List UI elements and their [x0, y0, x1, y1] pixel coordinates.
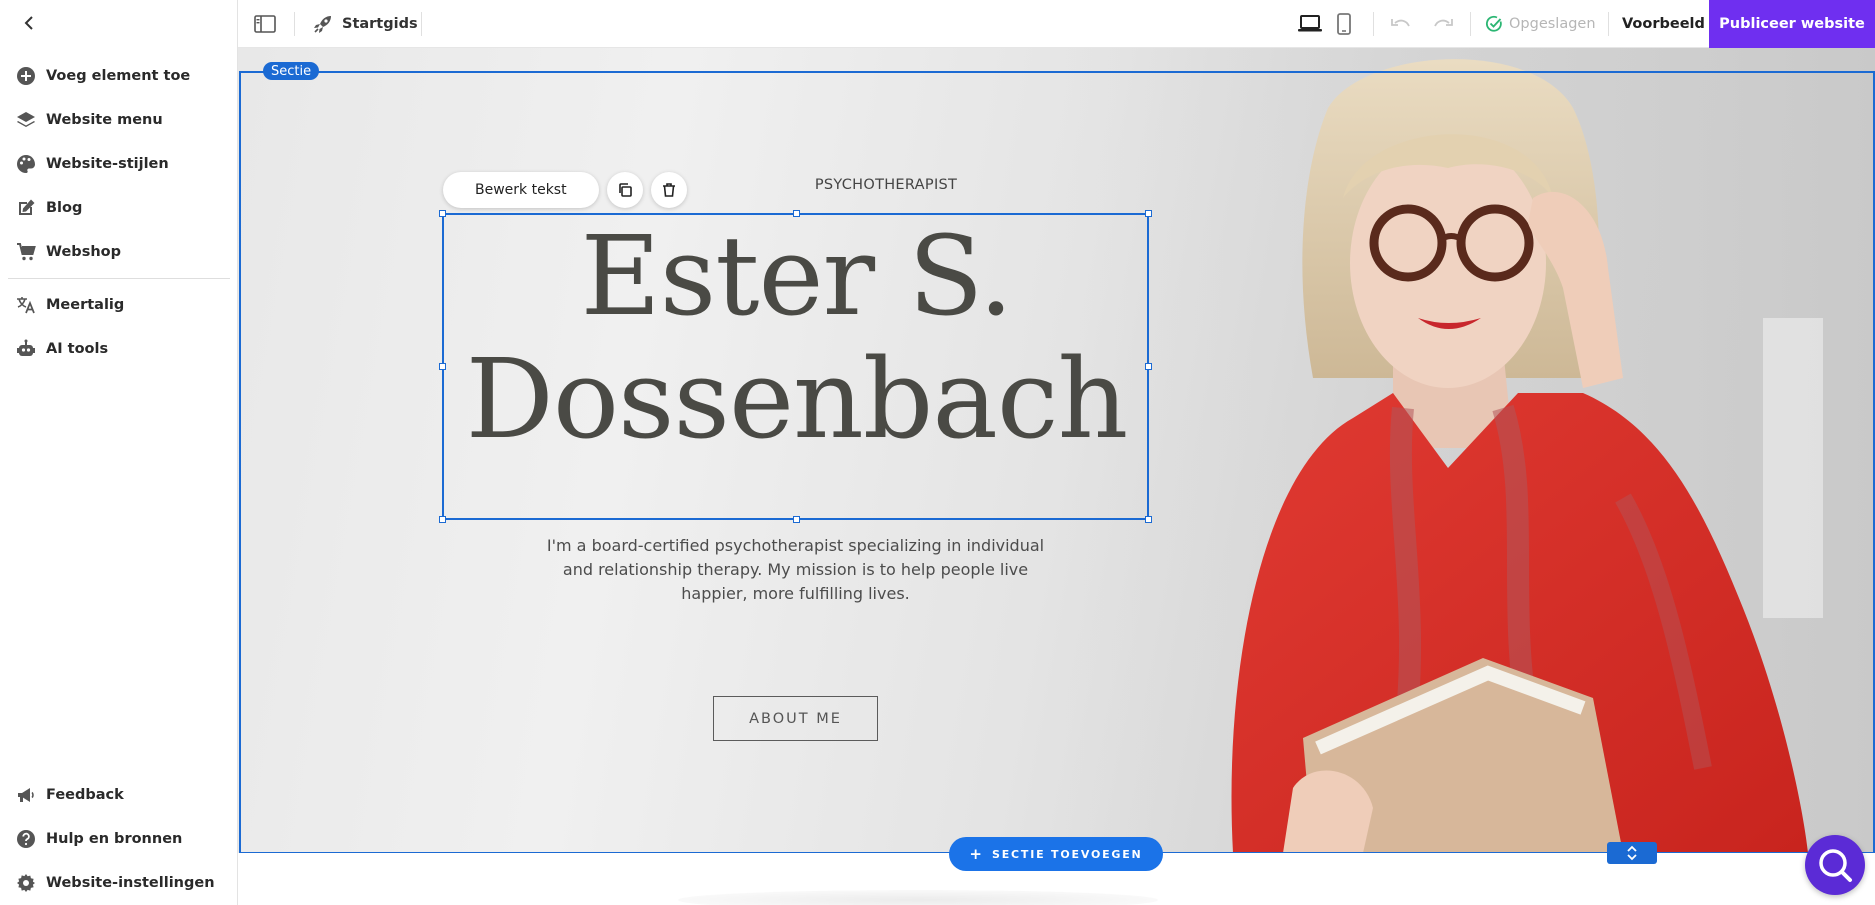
desktop-view-button[interactable]	[1296, 10, 1324, 38]
add-section-button[interactable]: + SECTIE TOEVOEGEN	[949, 837, 1163, 871]
megaphone-icon	[15, 784, 37, 806]
text-selection-box	[439, 210, 1152, 523]
sidebar-item-label: Website menu	[46, 112, 163, 128]
hero-tagline[interactable]: PSYCHOTHERAPIST	[730, 177, 1042, 193]
toolbar-divider	[1608, 12, 1609, 36]
copy-icon	[618, 183, 632, 197]
redo-button[interactable]	[1429, 10, 1457, 38]
laptop-icon	[1298, 15, 1322, 32]
phone-icon	[1337, 13, 1351, 35]
section-badge[interactable]: Sectie	[263, 62, 320, 80]
rocket-icon	[312, 13, 334, 35]
next-section-shadow	[678, 890, 1158, 905]
sidebar-layout-icon	[254, 15, 276, 33]
sidebar-item-label: Website-instellingen	[46, 875, 215, 891]
sidebar-item-label: AI tools	[46, 341, 109, 357]
resize-handle-sw[interactable]	[439, 516, 446, 523]
sidebar-item-website-settings[interactable]: Website-instellingen	[0, 861, 238, 905]
undo-icon	[1391, 19, 1410, 27]
trash-icon	[662, 183, 675, 197]
plus-icon: +	[969, 845, 982, 863]
sidebar-item-help[interactable]: Hulp en bronnen	[0, 817, 238, 861]
sidebar-item-multilingual[interactable]: Meertalig	[0, 283, 238, 327]
topbar: Startgids Opgeslagen Voorbeeld Publiceer…	[238, 0, 1875, 48]
sidebar-item-label: Voeg element toe	[46, 68, 191, 84]
start-guide-button[interactable]: Startgids	[312, 10, 418, 38]
back-button[interactable]	[14, 10, 44, 36]
sidebar-item-website-styles[interactable]: Website-stijlen	[0, 142, 238, 186]
toggle-sidebar-button[interactable]	[252, 12, 278, 36]
sidebar-item-add-element[interactable]: Voeg element toe	[0, 54, 238, 98]
chevron-left-icon	[24, 16, 33, 30]
toolbar-divider	[1373, 12, 1374, 36]
chevron-up-down-icon	[1627, 845, 1637, 861]
redo-icon	[1434, 19, 1453, 27]
resize-handle-e[interactable]	[1145, 363, 1152, 370]
sidebar-item-label: Hulp en bronnen	[46, 831, 183, 847]
editor-canvas: PSYCHOTHERAPIST Ester S. Dossenbach Bewe…	[238, 48, 1875, 905]
sidebar-item-label: Feedback	[46, 787, 124, 803]
toolbar-divider	[421, 12, 422, 36]
cart-icon	[15, 241, 37, 263]
preview-button[interactable]: Voorbeeld	[1622, 10, 1705, 38]
gear-icon	[15, 872, 37, 894]
sidebar-item-blog[interactable]: Blog	[0, 186, 238, 230]
sidebar-divider	[8, 278, 230, 279]
sidebar-item-label: Webshop	[46, 244, 121, 260]
sidebar-item-ai-tools[interactable]: AI tools	[0, 327, 238, 371]
sidebar-item-label: Meertalig	[46, 297, 125, 313]
move-section-button[interactable]	[1607, 842, 1657, 864]
about-me-button[interactable]: ABOUT ME	[713, 696, 878, 741]
sidebar-item-webshop[interactable]: Webshop	[0, 230, 238, 274]
resize-handle-se[interactable]	[1145, 516, 1152, 523]
plus-circle-icon	[15, 65, 37, 87]
search-icon	[1819, 849, 1852, 882]
translate-icon	[15, 294, 37, 316]
sidebar-item-feedback[interactable]: Feedback	[0, 773, 238, 817]
add-section-label: SECTIE TOEVOEGEN	[992, 847, 1143, 861]
layers-icon	[15, 109, 37, 131]
palette-icon	[15, 153, 37, 175]
sidebar-item-label: Website-stijlen	[46, 156, 169, 172]
sidebar-menu: Voeg element toe Website menu Website-st…	[0, 54, 238, 371]
resize-handle-n[interactable]	[793, 210, 800, 217]
toolbar-divider	[1470, 12, 1471, 36]
sidebar-item-website-menu[interactable]: Website menu	[0, 98, 238, 142]
robot-icon	[15, 338, 37, 360]
edit-icon	[15, 197, 37, 219]
hero-photo	[1063, 48, 1875, 853]
delete-button[interactable]	[650, 172, 687, 208]
toolbar-divider	[294, 12, 295, 36]
sidebar: Voeg element toe Website menu Website-st…	[0, 0, 238, 905]
resize-handle-ne[interactable]	[1145, 210, 1152, 217]
edit-text-button[interactable]: Bewerk tekst	[443, 172, 599, 208]
undo-button[interactable]	[1387, 10, 1415, 38]
sidebar-item-label: Blog	[46, 200, 83, 216]
publish-button[interactable]: Publiceer website	[1709, 0, 1875, 48]
resize-handle-w[interactable]	[439, 363, 446, 370]
help-icon	[15, 828, 37, 850]
hero-description[interactable]: I'm a board-certified psychotherapist sp…	[543, 534, 1048, 606]
duplicate-button[interactable]	[606, 172, 643, 208]
mobile-view-button[interactable]	[1330, 10, 1358, 38]
saved-label: Opgeslagen	[1509, 16, 1596, 32]
sidebar-bottom: Feedback Hulp en bronnen Website-instell…	[0, 773, 238, 905]
resize-handle-s[interactable]	[793, 516, 800, 523]
text-edit-toolbar: Bewerk tekst	[443, 172, 687, 208]
resize-handle-nw[interactable]	[439, 210, 446, 217]
hero-section[interactable]: PSYCHOTHERAPIST Ester S. Dossenbach Bewe…	[238, 48, 1875, 853]
support-chat-button[interactable]	[1805, 835, 1865, 895]
check-circle-icon	[1485, 15, 1503, 33]
saved-status: Opgeslagen	[1485, 10, 1596, 38]
start-guide-label: Startgids	[342, 16, 418, 32]
